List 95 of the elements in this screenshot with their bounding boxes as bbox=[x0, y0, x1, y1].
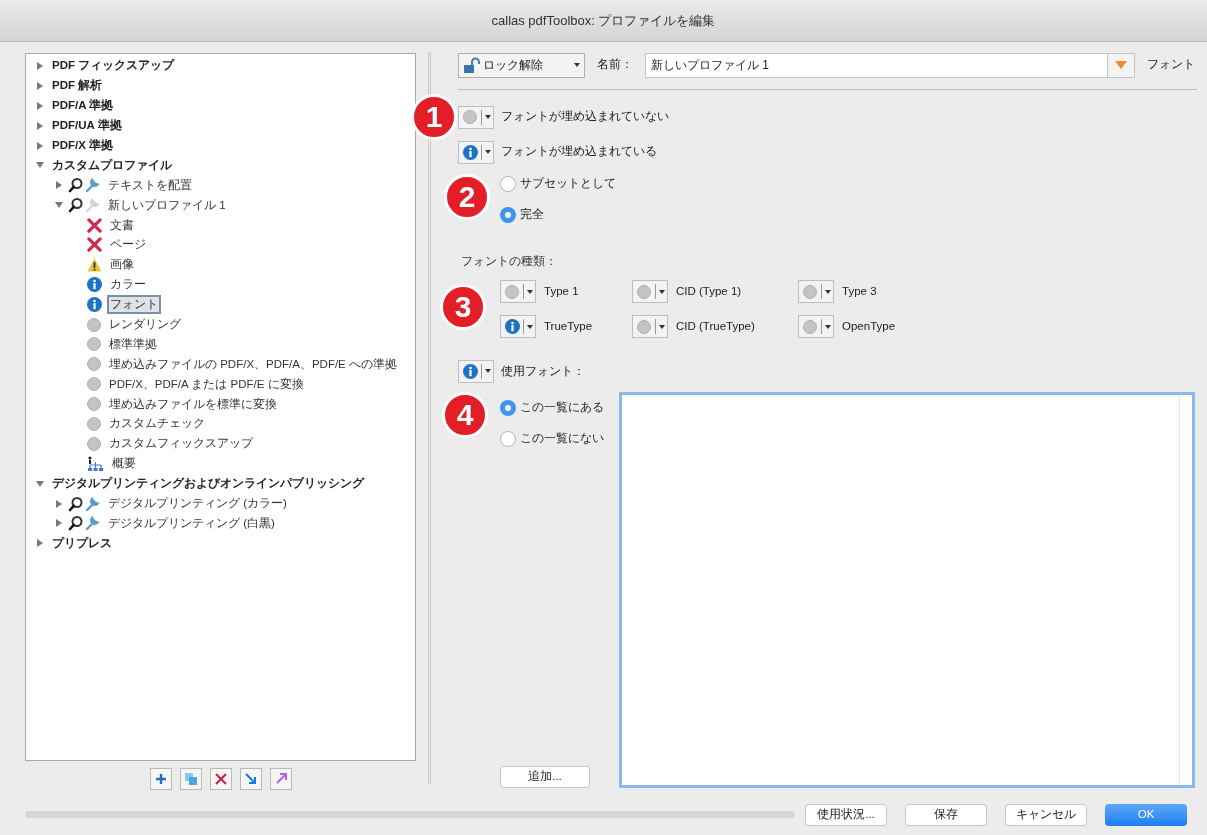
expand-triangle-icon[interactable] bbox=[36, 101, 44, 110]
step-number-badge: 1 bbox=[411, 94, 457, 140]
font-type-label: Type 1 bbox=[544, 284, 579, 300]
check-label: フォントが埋め込まれていない bbox=[501, 109, 669, 125]
tree-item-label[interactable]: PDF/UA 準拠 bbox=[49, 116, 125, 136]
step-number-badge: 3 bbox=[440, 284, 486, 331]
tree-item-label[interactable]: プリプレス bbox=[49, 533, 115, 553]
step-number-badge: 2 bbox=[444, 174, 490, 220]
status-dropdown[interactable] bbox=[798, 280, 834, 304]
tree-item-label[interactable]: PDF/X、PDF/A または PDF/E に変換 bbox=[106, 374, 307, 394]
radio-label: 完全 bbox=[520, 206, 544, 222]
tree-item-label[interactable]: カスタムチェック bbox=[106, 414, 208, 434]
status-dropdown[interactable] bbox=[798, 315, 834, 339]
radio-label: サブセットとして bbox=[520, 175, 616, 191]
status-dropdown[interactable] bbox=[632, 315, 668, 339]
expand-triangle-icon[interactable] bbox=[55, 499, 63, 508]
font-type-label: Type 3 bbox=[842, 284, 877, 300]
tree-item-label[interactable]: PDF フィックスアップ bbox=[49, 56, 178, 76]
tree-item-label[interactable]: カスタムプロファイル bbox=[49, 155, 175, 175]
tree-item-label[interactable]: カスタムフィックスアップ bbox=[106, 434, 256, 454]
caret-icon bbox=[485, 150, 491, 154]
caret-icon bbox=[659, 324, 665, 329]
font-type-label: OpenType bbox=[842, 319, 896, 335]
caret-icon bbox=[659, 289, 665, 294]
radio-button[interactable] bbox=[500, 206, 516, 223]
status-dropdown[interactable] bbox=[500, 280, 536, 304]
section-title: フォント bbox=[1147, 57, 1195, 73]
expand-triangle-icon[interactable] bbox=[55, 181, 63, 190]
caret-icon bbox=[485, 115, 491, 119]
caret-icon bbox=[527, 289, 533, 294]
status-dropdown[interactable] bbox=[632, 280, 668, 304]
dialog-button[interactable]: 保存 bbox=[905, 803, 987, 826]
tree-item-label[interactable]: カラー bbox=[107, 275, 149, 295]
expand-triangle-icon[interactable] bbox=[36, 61, 44, 70]
radio-label: この一覧にない bbox=[520, 431, 604, 447]
name-field[interactable]: 新しいプロファイル 1 bbox=[645, 52, 1108, 78]
expand-triangle-icon[interactable] bbox=[36, 539, 44, 548]
status-dropdown[interactable] bbox=[458, 359, 494, 383]
section-label: フォントの種類： bbox=[461, 254, 558, 269]
radio-button[interactable] bbox=[500, 430, 516, 447]
tree-item-label[interactable]: 標準準拠 bbox=[106, 334, 160, 354]
window-title: callas pdfToolbox: プロファイルを編集 bbox=[491, 11, 716, 30]
radio-label: この一覧にある bbox=[520, 400, 604, 416]
status-dropdown[interactable] bbox=[500, 315, 536, 339]
expand-triangle-icon[interactable] bbox=[36, 81, 44, 90]
status-dropdown[interactable] bbox=[458, 105, 494, 129]
expand-triangle-icon[interactable] bbox=[36, 141, 44, 150]
caret-icon bbox=[825, 289, 831, 294]
caret-icon bbox=[825, 324, 831, 329]
radio-button[interactable] bbox=[500, 399, 516, 416]
dialog-button[interactable]: キャンセル bbox=[1005, 803, 1087, 826]
tree-item-label[interactable]: 埋め込みファイルを標準に変換 bbox=[106, 394, 280, 414]
check-label: フォントが埋め込まれている bbox=[501, 144, 657, 160]
tree-item-label[interactable]: 埋め込みファイルの PDF/X、PDF/A、PDF/E への準拠 bbox=[106, 354, 400, 374]
font-type-label: TrueType bbox=[544, 319, 593, 335]
radio-button[interactable] bbox=[500, 175, 516, 192]
duplicate-icon[interactable] bbox=[179, 768, 202, 790]
arrow-up-right-icon[interactable] bbox=[269, 768, 292, 790]
collapse-triangle-icon[interactable] bbox=[55, 201, 63, 210]
status-dropdown[interactable] bbox=[458, 140, 494, 164]
collapse-triangle-icon[interactable] bbox=[36, 161, 44, 170]
check-label: 使用フォント： bbox=[501, 363, 585, 379]
add-icon[interactable] bbox=[149, 768, 172, 790]
step-number-badge: 4 bbox=[442, 392, 488, 439]
tree-item-label[interactable]: デジタルプリンティングおよびオンラインパブリッシング bbox=[49, 474, 367, 494]
tree-item-label[interactable]: PDF/X 準拠 bbox=[49, 136, 117, 155]
collapse-triangle-icon[interactable] bbox=[36, 479, 44, 488]
expand-triangle-icon[interactable] bbox=[36, 121, 44, 130]
tree-item-label[interactable]: フォント bbox=[107, 295, 161, 315]
expand-triangle-icon[interactable] bbox=[55, 519, 63, 528]
tree-item-label[interactable]: デジタルプリンティング (白黒) bbox=[105, 513, 278, 533]
tree-item-label[interactable]: ページ bbox=[107, 235, 149, 255]
dialog-button[interactable]: 使用状況... bbox=[805, 803, 887, 826]
font-type-label: CID (Type 1) bbox=[676, 284, 742, 300]
name-label: 名前： bbox=[597, 57, 633, 73]
tree-item-label[interactable]: デジタルプリンティング (カラー) bbox=[105, 494, 290, 514]
tree-item-label[interactable]: レンダリング bbox=[106, 315, 184, 334]
tree-item-label[interactable]: PDF 解析 bbox=[49, 76, 106, 96]
tree-item-label[interactable]: 新しいプロファイル 1 bbox=[105, 195, 229, 215]
tree-item-label[interactable]: 概要 bbox=[109, 454, 139, 474]
unlocked-padlock-icon bbox=[463, 56, 481, 74]
tree-item-label[interactable]: テキストを配置 bbox=[105, 175, 195, 195]
add-button[interactable]: 追加... bbox=[500, 766, 590, 788]
font-type-label: CID (TrueType) bbox=[676, 319, 755, 335]
tree-item-label[interactable]: 文書 bbox=[107, 215, 137, 235]
arrow-down-right-icon[interactable] bbox=[239, 768, 262, 790]
tree-item-label[interactable]: PDF/A 準拠 bbox=[49, 96, 117, 116]
dropdown-button[interactable] bbox=[1108, 52, 1135, 78]
delete-icon[interactable] bbox=[209, 768, 232, 790]
lock-dropdown[interactable]: ロック解除 bbox=[458, 52, 585, 78]
caret-icon bbox=[527, 324, 533, 329]
caret-icon bbox=[574, 63, 580, 67]
caret-icon bbox=[1115, 61, 1127, 69]
caret-icon bbox=[485, 369, 491, 374]
tree-item-label[interactable]: 画像 bbox=[107, 255, 137, 275]
